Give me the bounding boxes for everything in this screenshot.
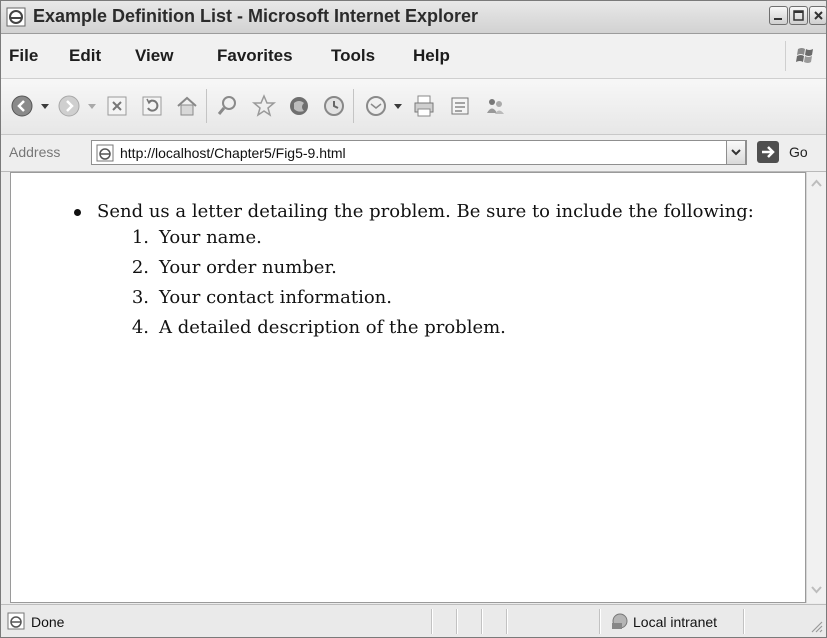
ordered-list-item: 4. A detailed description of the problem…: [11, 317, 801, 343]
menu-file[interactable]: File: [9, 46, 38, 66]
resize-grip-icon[interactable]: [809, 619, 823, 633]
ordered-list-item: 2. Your order number.: [11, 257, 801, 283]
page-icon: [96, 144, 114, 162]
print-icon[interactable]: [411, 93, 437, 119]
list-number: 4.: [131, 317, 149, 338]
title-bar[interactable]: Example Definition List - Microsoft Inte…: [1, 1, 826, 34]
local-intranet-icon: [612, 613, 628, 629]
vertical-scrollbar[interactable]: [806, 172, 826, 603]
media-icon[interactable]: [286, 93, 312, 119]
chevron-down-icon: [731, 149, 741, 156]
close-button[interactable]: [809, 6, 826, 25]
maximize-button[interactable]: [789, 6, 808, 25]
edit-icon[interactable]: [447, 93, 473, 119]
scroll-up-icon[interactable]: [809, 176, 824, 191]
ie-globe-icon: [6, 7, 26, 27]
address-dropdown-button[interactable]: [726, 140, 746, 165]
list-number: 2.: [131, 257, 149, 278]
go-arrow-icon: [762, 146, 775, 158]
toolbar: [1, 79, 826, 135]
maximize-icon: [793, 10, 804, 21]
ordered-list-item: 1. Your name.: [11, 227, 801, 253]
menu-view[interactable]: View: [135, 46, 173, 66]
status-text: Done: [31, 614, 65, 630]
menu-edit[interactable]: Edit: [69, 46, 101, 66]
stop-icon[interactable]: [104, 93, 130, 119]
minimize-icon: [774, 18, 782, 20]
address-bar: Address http://localhost/Chapter5/Fig5-9…: [1, 135, 826, 172]
forward-dropdown-icon[interactable]: [88, 104, 96, 109]
windows-flag-icon: [785, 41, 813, 71]
scroll-down-icon[interactable]: [809, 582, 824, 597]
search-icon[interactable]: [215, 93, 241, 119]
page-content: Send us a letter detailing the problem. …: [10, 172, 806, 603]
back-icon[interactable]: [9, 93, 35, 119]
security-zone: Local intranet: [633, 614, 718, 630]
refresh-icon[interactable]: [139, 93, 165, 119]
messenger-icon[interactable]: [482, 93, 508, 119]
go-label[interactable]: Go: [789, 144, 808, 160]
list-text: Your name.: [159, 227, 262, 248]
bullet-text: Send us a letter detailing the problem. …: [97, 201, 754, 222]
address-url: http://localhost/Chapter5/Fig5-9.html: [120, 145, 346, 161]
list-number: 1.: [131, 227, 149, 248]
menu-bar: File Edit View Favorites Tools Help: [1, 34, 826, 79]
home-icon[interactable]: [174, 93, 200, 119]
favorites-star-icon[interactable]: [251, 93, 277, 119]
browser-window: Example Definition List - Microsoft Inte…: [0, 0, 827, 638]
list-text: Your order number.: [159, 257, 337, 278]
bullet-icon: [74, 209, 81, 216]
go-button[interactable]: [757, 141, 779, 163]
minimize-button[interactable]: [769, 6, 788, 25]
address-input[interactable]: http://localhost/Chapter5/Fig5-9.html: [91, 140, 747, 165]
mail-dropdown-icon[interactable]: [394, 104, 402, 109]
list-number: 3.: [131, 287, 149, 308]
menu-favorites[interactable]: Favorites: [217, 46, 293, 66]
window-title: Example Definition List - Microsoft Inte…: [33, 6, 479, 26]
list-text: A detailed description of the problem.: [159, 317, 506, 338]
close-icon: [814, 11, 823, 20]
menu-help[interactable]: Help: [413, 46, 450, 66]
page-done-icon: [7, 612, 25, 630]
history-icon[interactable]: [321, 93, 347, 119]
forward-icon[interactable]: [56, 93, 82, 119]
address-label: Address: [9, 144, 61, 160]
mail-icon[interactable]: [363, 93, 389, 119]
back-dropdown-icon[interactable]: [41, 104, 49, 109]
list-text: Your contact information.: [159, 287, 392, 308]
status-bar: Done Local intranet: [1, 604, 826, 637]
list-item: Send us a letter detailing the problem. …: [11, 201, 801, 227]
menu-tools[interactable]: Tools: [331, 46, 375, 66]
ordered-list-item: 3. Your contact information.: [11, 287, 801, 313]
